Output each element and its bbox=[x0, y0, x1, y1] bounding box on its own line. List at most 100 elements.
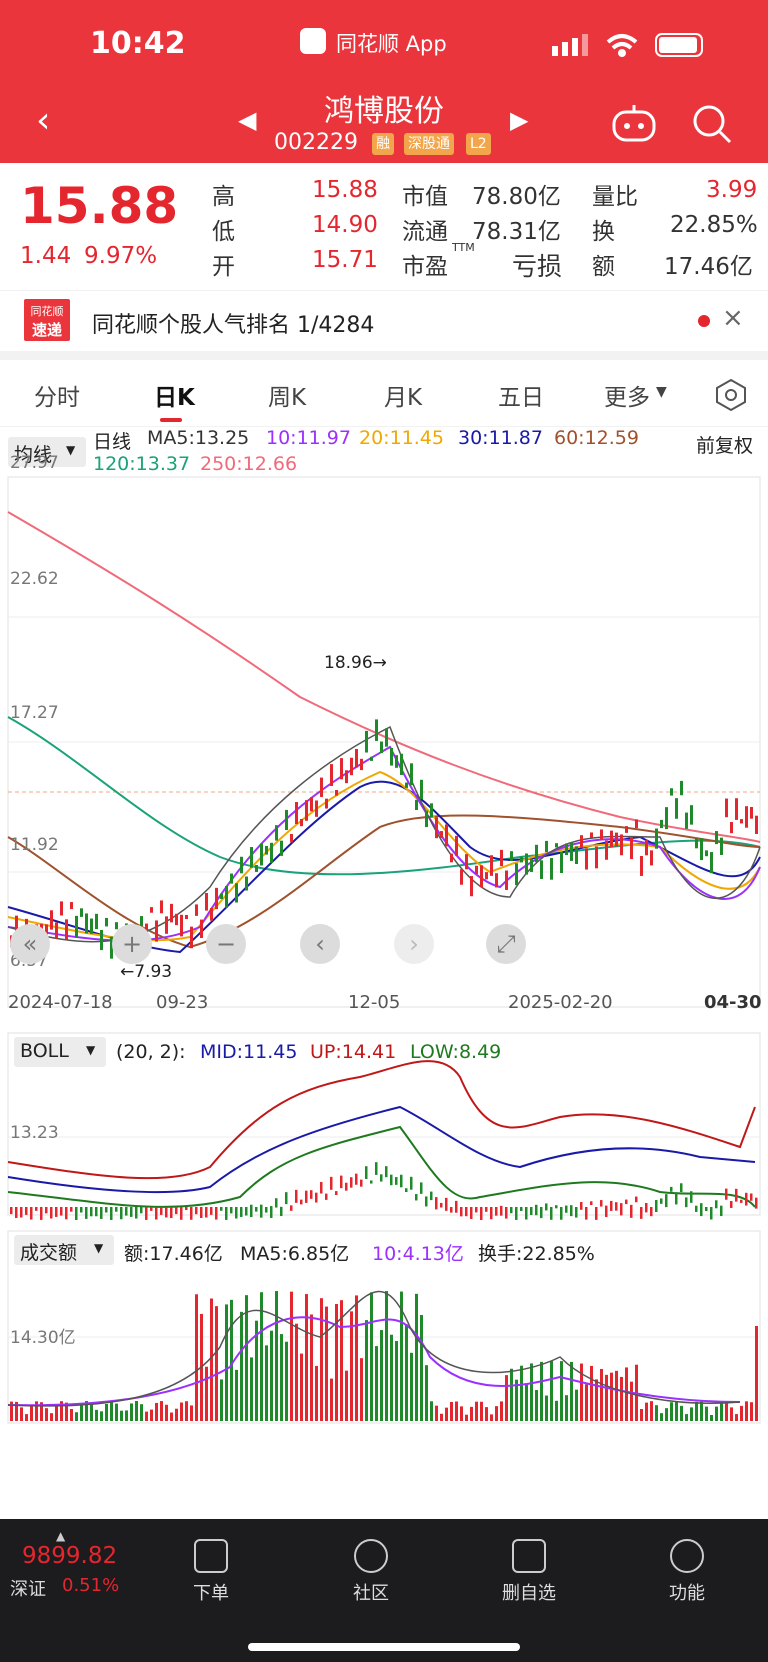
mktcap-label: 市值 bbox=[402, 184, 448, 210]
volume-bar bbox=[580, 1363, 583, 1421]
high-value: 15.88 bbox=[312, 177, 378, 203]
signal-icon bbox=[552, 34, 588, 56]
volume-bar bbox=[425, 1365, 428, 1421]
volume-bar bbox=[265, 1345, 268, 1421]
last-price: 15.88 bbox=[20, 177, 179, 235]
volume-bar bbox=[405, 1324, 408, 1421]
tab-five-day[interactable]: 五日 bbox=[498, 378, 544, 412]
volume-bar bbox=[95, 1409, 98, 1421]
volume-bar bbox=[615, 1370, 618, 1421]
volume-bar bbox=[650, 1401, 653, 1421]
app-logo-icon bbox=[300, 28, 326, 54]
volume-bar bbox=[565, 1395, 568, 1421]
popularity-rank-banner[interactable]: 同花顺 速递 同花顺个股人气排名 1/4284 × bbox=[0, 291, 768, 351]
volume-bar bbox=[530, 1363, 533, 1421]
volume-bar bbox=[735, 1414, 738, 1421]
volume-bar bbox=[545, 1395, 548, 1421]
volume-bar bbox=[185, 1401, 188, 1421]
volume-bar bbox=[360, 1358, 363, 1421]
volume-selector[interactable]: 成交额 ▼ bbox=[14, 1235, 114, 1265]
volume-bar bbox=[625, 1367, 628, 1421]
volume-bar bbox=[150, 1409, 153, 1421]
wifi-icon bbox=[606, 34, 638, 57]
volume-bar bbox=[730, 1407, 733, 1421]
volume-bar bbox=[270, 1330, 273, 1421]
volume-amount: 额:17.46亿 bbox=[124, 1243, 223, 1265]
volume-bar bbox=[640, 1409, 643, 1421]
volume-bar bbox=[135, 1401, 138, 1421]
tab-monthly-k[interactable]: 月K bbox=[384, 378, 422, 412]
volume-bar bbox=[105, 1403, 108, 1421]
nav-community[interactable]: 社区 bbox=[316, 1539, 426, 1605]
volume-bar bbox=[290, 1291, 293, 1421]
status-time: 10:42 bbox=[90, 26, 186, 61]
rank-logo-top: 同花顺 bbox=[30, 305, 64, 318]
close-icon[interactable]: × bbox=[722, 303, 744, 333]
volume-bar bbox=[90, 1403, 93, 1421]
volume-bar bbox=[675, 1401, 678, 1421]
volume-bar bbox=[620, 1376, 623, 1421]
menu-icon bbox=[670, 1539, 704, 1573]
volume-bar bbox=[225, 1304, 228, 1421]
battery-icon bbox=[655, 33, 703, 57]
volume-bar bbox=[555, 1400, 558, 1421]
rank-logo-bottom: 速递 bbox=[31, 321, 62, 339]
volume-bar bbox=[550, 1361, 553, 1421]
volume-bar bbox=[460, 1406, 463, 1421]
robot-icon[interactable] bbox=[610, 102, 658, 144]
volume-bar bbox=[670, 1402, 673, 1421]
community-icon bbox=[354, 1539, 388, 1573]
mktcap-value: 78.80亿 bbox=[472, 184, 561, 210]
volume-bar bbox=[630, 1381, 633, 1421]
volume-bar bbox=[210, 1298, 213, 1421]
bottom-bar: ▲ 9899.82 深证 0.51% 下单 社区 删自选 功能 bbox=[0, 1519, 768, 1662]
search-icon[interactable] bbox=[690, 102, 734, 146]
volume-bar bbox=[370, 1292, 373, 1421]
volume-bar bbox=[535, 1389, 538, 1421]
pe-label: 市盈 bbox=[402, 254, 448, 280]
nav-order[interactable]: 下单 bbox=[156, 1539, 266, 1605]
volume-bar bbox=[45, 1408, 48, 1421]
tab-weekly-k[interactable]: 周K bbox=[268, 378, 306, 412]
index-value[interactable]: 9899.82 bbox=[22, 1543, 117, 1569]
volume-bar bbox=[395, 1341, 398, 1421]
volume-bar bbox=[570, 1361, 573, 1421]
pe-ttm-sup: TTM bbox=[452, 241, 475, 254]
vol-ma10-line bbox=[7, 1316, 741, 1407]
volume-bar bbox=[385, 1291, 388, 1421]
volume-bar bbox=[665, 1408, 668, 1421]
volume-ma10: 10:4.13亿 bbox=[372, 1243, 464, 1265]
next-stock-icon[interactable]: ▶ bbox=[510, 106, 528, 134]
tag-margin: 融 bbox=[372, 133, 394, 155]
order-icon bbox=[194, 1539, 228, 1573]
volume-bar bbox=[115, 1403, 118, 1421]
tab-daily-k[interactable]: 日K bbox=[154, 378, 195, 412]
volume-bar bbox=[585, 1384, 588, 1421]
volume-bar bbox=[715, 1406, 718, 1421]
volume-bar bbox=[540, 1361, 543, 1421]
volume-bar bbox=[600, 1368, 603, 1421]
volume-turnover: 换手:22.85% bbox=[478, 1243, 595, 1265]
volume-bar bbox=[230, 1299, 233, 1421]
volume-bar bbox=[310, 1314, 313, 1421]
volume-bar bbox=[505, 1375, 508, 1421]
tab-active-indicator bbox=[160, 418, 182, 422]
volume-bar bbox=[660, 1413, 663, 1421]
volume-bar bbox=[205, 1366, 208, 1421]
volume-bar bbox=[450, 1401, 453, 1421]
chevron-down-icon: ▼ bbox=[656, 384, 667, 400]
tab-more[interactable]: 更多 bbox=[604, 378, 650, 412]
tab-intraday[interactable]: 分时 bbox=[34, 378, 80, 412]
volume-bar bbox=[320, 1298, 323, 1421]
volume-bar bbox=[350, 1311, 353, 1421]
nav-remove-watchlist[interactable]: 删自选 bbox=[474, 1539, 584, 1605]
status-icons bbox=[552, 33, 703, 57]
volume-bar bbox=[610, 1372, 613, 1421]
nav-functions[interactable]: 功能 bbox=[632, 1539, 742, 1605]
nav-community-label: 社区 bbox=[353, 1583, 389, 1604]
volume-bar bbox=[100, 1411, 103, 1421]
vol-ratio-value: 3.99 bbox=[706, 177, 758, 203]
settings-hex-icon[interactable] bbox=[714, 378, 748, 412]
volume-bar bbox=[375, 1346, 378, 1421]
volume-bar bbox=[175, 1408, 178, 1421]
